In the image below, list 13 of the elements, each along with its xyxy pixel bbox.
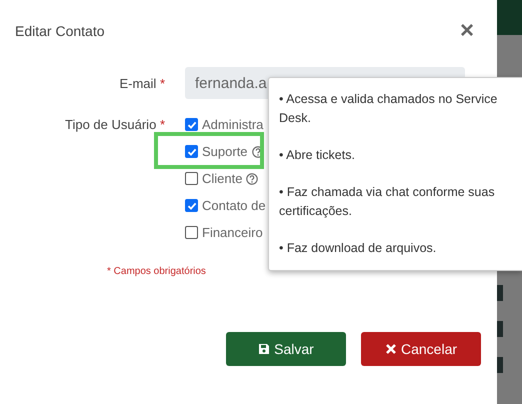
- option-label: Financeiro: [202, 225, 263, 240]
- option-label: Contato de: [202, 198, 266, 213]
- option-label: Suporte: [202, 144, 248, 159]
- tooltip-text: • Abre tickets.: [279, 147, 356, 164]
- user-type-label: Tipo de Usuário *: [64, 117, 165, 132]
- required-note: * Campos obrigatórios: [107, 266, 207, 277]
- dialog-title: Editar Contato: [15, 23, 104, 39]
- option-label: Administra: [202, 117, 264, 132]
- tooltip-text: • Faz download de arquivos.: [279, 240, 438, 257]
- email-label: E-mail *: [118, 76, 165, 90]
- tooltip-text: • Acessa e valida chamados no Service Desk.: [279, 91, 498, 127]
- tooltip-text: • Faz chamada via chat conforme suas certificações.: [279, 184, 496, 220]
- option-label: Cliente: [202, 171, 242, 186]
